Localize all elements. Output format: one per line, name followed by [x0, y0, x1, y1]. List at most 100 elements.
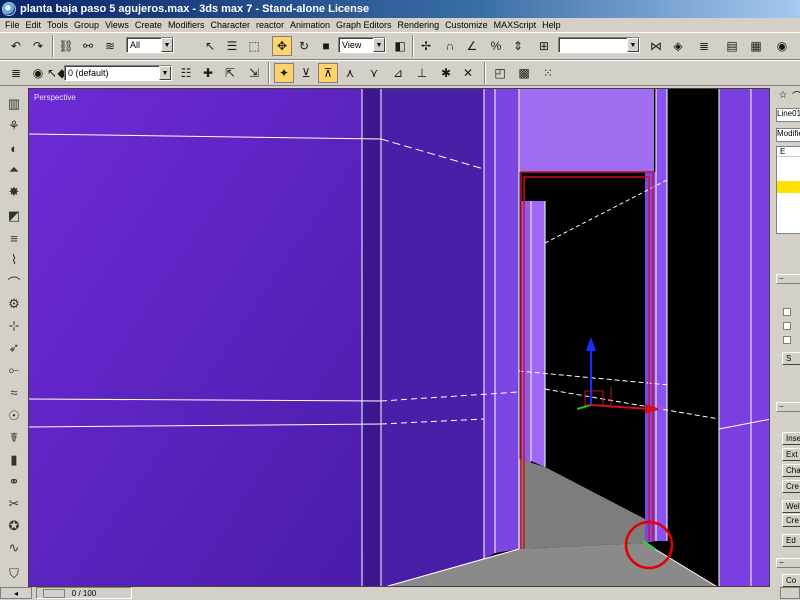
- wall-icon[interactable]: ▩: [514, 63, 534, 83]
- unlink-icon[interactable]: ⚯: [78, 36, 98, 56]
- stack-item-selected[interactable]: [777, 181, 800, 193]
- rotate-icon[interactable]: ↻: [294, 36, 314, 56]
- frame-indicator[interactable]: ◂: [0, 587, 32, 599]
- scale-icon[interactable]: ■: [316, 36, 336, 56]
- rollout-header[interactable]: −: [776, 274, 800, 284]
- reference-coord-dropdown[interactable]: View ▼: [338, 37, 386, 53]
- checkbox[interactable]: [783, 336, 791, 344]
- menu-edit[interactable]: Edit: [24, 20, 46, 30]
- midpoint-snap-icon[interactable]: ⊼: [318, 63, 338, 83]
- menu-reactor[interactable]: reactor: [254, 20, 288, 30]
- hose-icon[interactable]: ⌇: [4, 250, 24, 270]
- layers-icon[interactable]: ≣: [6, 63, 26, 83]
- angle-snap-icon[interactable]: ∠: [462, 36, 482, 56]
- endpoint-snap-icon[interactable]: ⊻: [296, 63, 316, 83]
- menu-modifiers[interactable]: Modifiers: [166, 20, 209, 30]
- mirror-icon[interactable]: ⋈: [646, 36, 666, 56]
- modifier-list-dropdown[interactable]: Modifier List: [776, 128, 800, 142]
- twist-icon[interactable]: ☉: [4, 406, 24, 426]
- panel-button[interactable]: Inse: [782, 432, 800, 445]
- redo-icon[interactable]: ↷: [28, 36, 48, 56]
- perpendicular-snap-icon[interactable]: ⊥: [412, 63, 432, 83]
- perspective-viewport[interactable]: Perspective: [28, 88, 770, 587]
- material-editor-icon[interactable]: ◉: [772, 36, 792, 56]
- bind-space-warp-icon[interactable]: ≋: [100, 36, 120, 56]
- modifier-stack[interactable]: E: [776, 146, 800, 234]
- viewport-label[interactable]: Perspective: [34, 93, 76, 102]
- menu-file[interactable]: File: [3, 20, 24, 30]
- axis-constraint-icon[interactable]: ✕: [458, 63, 478, 83]
- gear-icon[interactable]: ⚙: [4, 294, 24, 314]
- particle-icon[interactable]: ⁙: [538, 63, 558, 83]
- modify-tab-icon[interactable]: ⌒: [790, 88, 800, 103]
- spring-icon[interactable]: ∿: [4, 538, 24, 558]
- tangent-snap-icon[interactable]: ✱: [436, 63, 456, 83]
- helix-icon[interactable]: ⊹: [4, 316, 24, 336]
- cylinder-icon[interactable]: ≡: [4, 228, 24, 248]
- panel-button[interactable]: S: [782, 352, 800, 365]
- add-to-layer-icon[interactable]: ✚: [198, 63, 218, 83]
- time-slider-thumb[interactable]: [43, 589, 65, 598]
- select-object-icon[interactable]: ↖: [200, 36, 220, 56]
- stack-item[interactable]: E: [777, 147, 800, 157]
- cone-icon[interactable]: ⏶: [4, 160, 24, 180]
- curve-editor-icon[interactable]: ▤: [722, 36, 742, 56]
- ribbon-icon[interactable]: ➶: [4, 338, 24, 358]
- panel-button[interactable]: Ext: [782, 448, 800, 461]
- menu-animation[interactable]: Animation: [288, 20, 334, 30]
- snap-icon[interactable]: ∩: [440, 36, 460, 56]
- menu-graph-editors[interactable]: Graph Editors: [334, 20, 396, 30]
- sphere-icon[interactable]: ◐: [4, 138, 24, 158]
- set-current-layer-icon[interactable]: ⇲: [244, 63, 264, 83]
- menu-character[interactable]: Character: [208, 20, 254, 30]
- layer-list-icon[interactable]: ☷: [176, 63, 196, 83]
- edge-snap-icon[interactable]: ⋏: [340, 63, 360, 83]
- manipulate-icon[interactable]: ✢: [416, 36, 436, 56]
- create-icon[interactable]: ▥: [4, 94, 24, 114]
- checkbox[interactable]: [783, 322, 791, 330]
- select-link-icon[interactable]: ⛓: [56, 36, 76, 56]
- selection-filter-dropdown[interactable]: All ▼: [126, 37, 174, 53]
- panel-button[interactable]: Cre: [782, 514, 800, 527]
- menu-rendering[interactable]: Rendering: [396, 20, 444, 30]
- pivot-snap-icon[interactable]: ⊿: [388, 63, 408, 83]
- globe-icon[interactable]: ✪: [4, 516, 24, 536]
- create-tab-icon[interactable]: ☆: [776, 88, 790, 102]
- named-selection-sets-icon[interactable]: ⊞: [534, 36, 554, 56]
- named-selection-dropdown[interactable]: ▼: [558, 37, 640, 53]
- scissor-icon[interactable]: ✂: [4, 494, 24, 514]
- move-icon[interactable]: ✥: [272, 36, 292, 56]
- select-by-name-icon[interactable]: ☰: [222, 36, 242, 56]
- menu-views[interactable]: Views: [103, 20, 133, 30]
- skeleton-icon[interactable]: ☤: [4, 428, 24, 448]
- menu-group[interactable]: Group: [72, 20, 103, 30]
- menu-maxscript[interactable]: MAXScript: [492, 20, 541, 30]
- object-name-field[interactable]: Line01: [776, 108, 800, 122]
- bend-icon[interactable]: ⟜: [4, 360, 24, 380]
- panel-button[interactable]: Ed: [782, 534, 800, 547]
- undo-icon[interactable]: ↶: [6, 36, 26, 56]
- 3dsmax-app-icon[interactable]: [2, 2, 16, 16]
- layer-manager-icon[interactable]: ≣: [694, 36, 714, 56]
- star-icon[interactable]: ✸: [4, 182, 24, 202]
- face-snap-icon[interactable]: ⋎: [364, 63, 384, 83]
- panel-button[interactable]: Wel: [782, 500, 800, 513]
- menu-customize[interactable]: Customize: [443, 20, 492, 30]
- percent-snap-icon[interactable]: %: [486, 36, 506, 56]
- modify-icon[interactable]: ⚘: [4, 116, 24, 136]
- panel-button[interactable]: Cre: [782, 480, 800, 493]
- box-icon[interactable]: ◩: [4, 206, 24, 226]
- select-in-layer-icon[interactable]: ⇱: [220, 63, 240, 83]
- title-bar[interactable]: planta baja paso 5 agujeros.max - 3ds ma…: [0, 0, 800, 18]
- panel-button[interactable]: Co: [782, 574, 800, 587]
- time-slider[interactable]: 0 / 100: [36, 587, 132, 599]
- bone-icon[interactable]: ▮: [4, 450, 24, 470]
- box-primitive-icon[interactable]: ◰: [490, 63, 510, 83]
- schematic-view-icon[interactable]: ▦: [746, 36, 766, 56]
- menu-help[interactable]: Help: [540, 20, 565, 30]
- menu-create[interactable]: Create: [133, 20, 166, 30]
- wave-icon[interactable]: ≈: [4, 382, 24, 402]
- link-icon[interactable]: ⚭: [4, 472, 24, 492]
- rollout-header[interactable]: −: [776, 402, 800, 412]
- spinner-snap-icon[interactable]: ⇕: [508, 36, 528, 56]
